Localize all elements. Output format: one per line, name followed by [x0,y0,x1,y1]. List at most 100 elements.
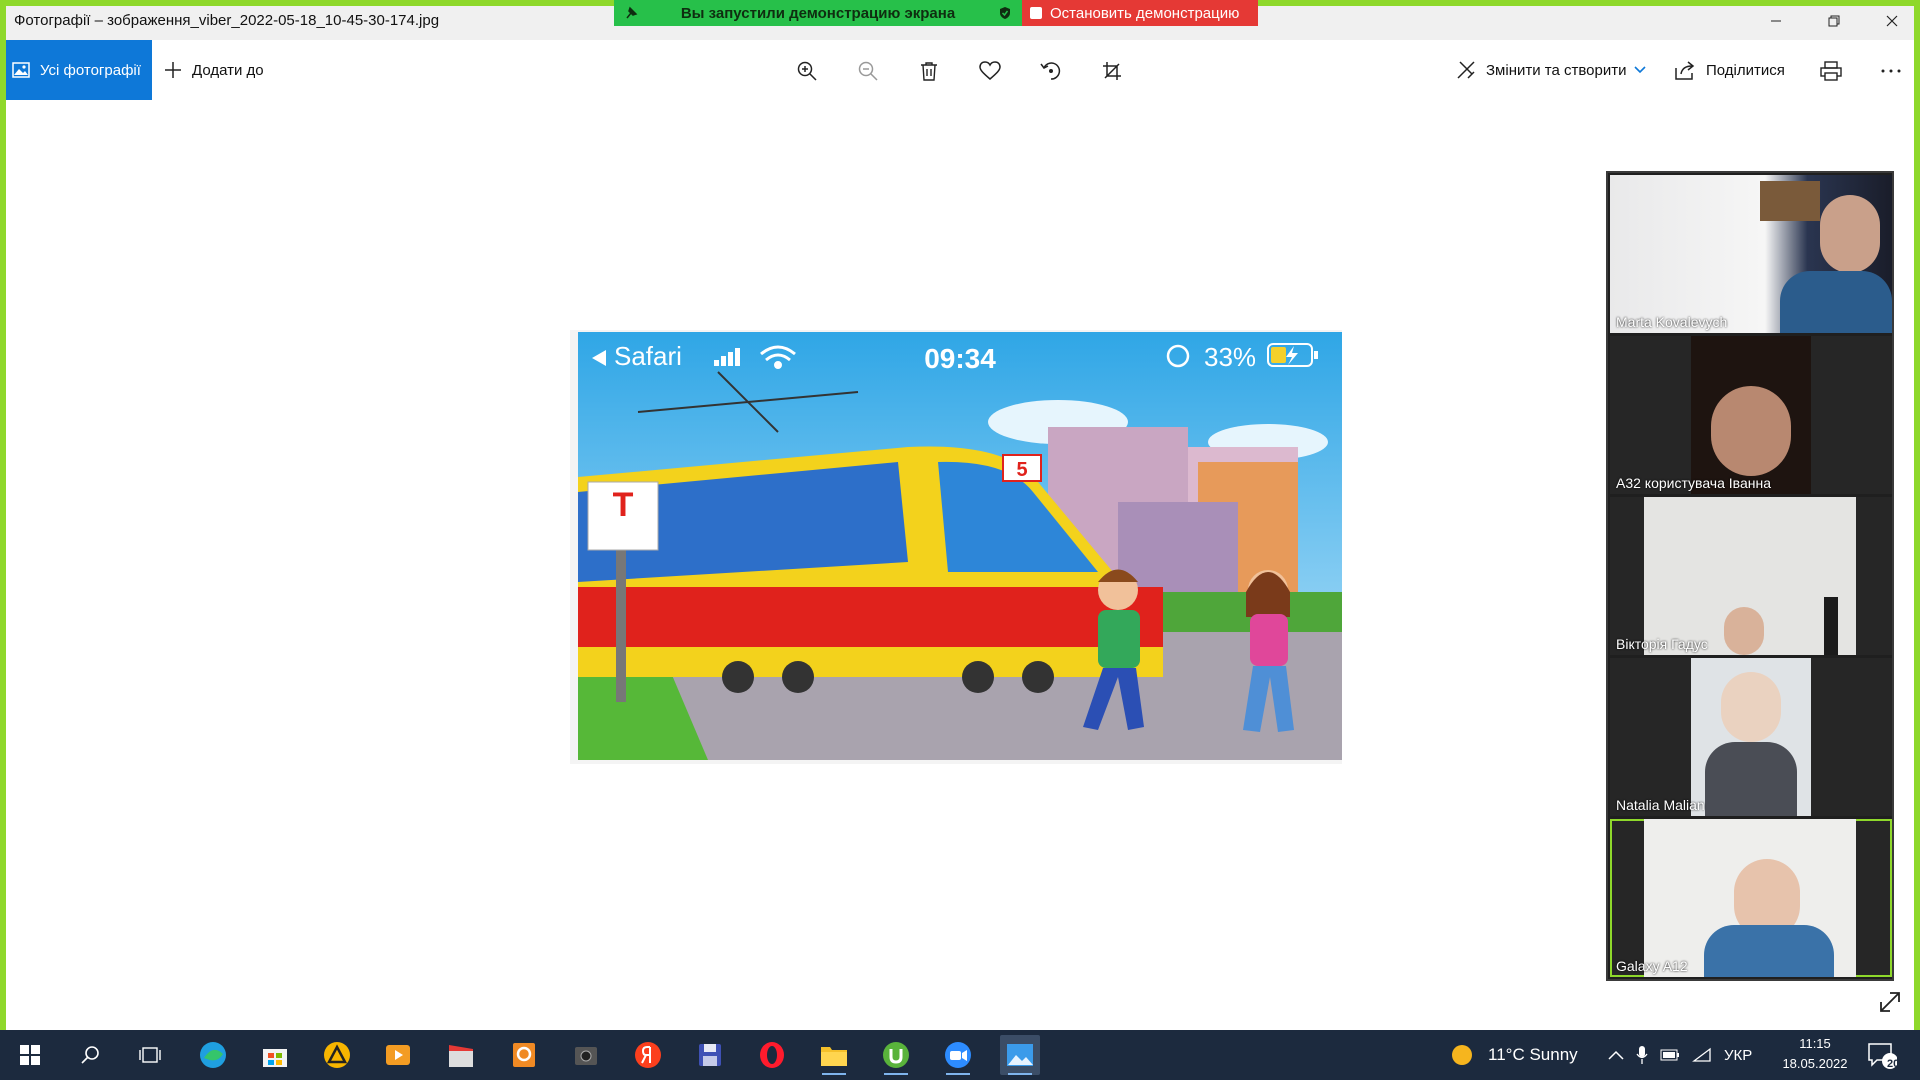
wall-picture [1760,181,1820,221]
taskbar-opera[interactable] [752,1035,792,1075]
favorite-icon [979,61,1001,80]
taskbar-file-explorer[interactable] [814,1035,854,1075]
zoom-icon [945,1042,971,1068]
taskbar-camera-app[interactable] [566,1035,606,1075]
add-to-label: Додати до [192,61,264,79]
participant-tile[interactable]: A32 користувача Іванна [1610,336,1892,494]
status-battery: 33% [1204,342,1256,372]
status-time: 09:34 [924,343,996,374]
start-button[interactable] [10,1035,50,1075]
restore-button[interactable] [1812,6,1856,36]
weather-widget[interactable]: 11°C Sunny [1450,1030,1578,1080]
delete-button[interactable] [912,54,946,88]
battery-tray-icon[interactable] [1660,1049,1680,1061]
zoom-out-button[interactable] [851,54,885,88]
participant-tile[interactable]: Вікторія Гадус [1610,497,1892,655]
taskbar-photos[interactable] [1000,1035,1040,1075]
taskbar-save-app[interactable] [690,1035,730,1075]
all-photos-button[interactable]: Усі фотографії [6,40,152,100]
person-body [1705,742,1797,816]
favorite-button[interactable] [973,54,1007,88]
clapperboard-icon [449,1045,473,1067]
participant-tile[interactable]: Natalia Malian [1610,658,1892,816]
person-face [1724,607,1764,655]
participant-name: Marta Kovalevych [1616,314,1728,330]
utorrent-icon [883,1042,909,1068]
language-indicator[interactable]: УКР [1724,1047,1752,1064]
more-button[interactable] [1874,54,1908,88]
person-face [1721,672,1781,742]
participant-video [1691,336,1811,494]
floppy-icon [699,1044,721,1066]
close-icon [1886,15,1898,27]
edit-magic-icon [1457,61,1475,79]
notification-count: 20 [1887,1058,1900,1070]
all-photos-label: Усі фотографії [40,61,141,79]
taskbar-media-player[interactable] [378,1035,418,1075]
stop-share-button[interactable]: Остановить демонстрацию [1022,0,1258,26]
taskbar-video-editor[interactable] [441,1035,481,1075]
triangle-app-icon [324,1042,350,1068]
shield-check-icon [1000,7,1010,19]
expand-icon[interactable] [1878,990,1902,1014]
microphone-icon[interactable] [1636,1045,1648,1065]
participant-name: Вікторія Гадус [1616,636,1708,652]
print-button[interactable] [1814,54,1848,88]
weather-text: 11°C Sunny [1488,1045,1578,1064]
add-to-button[interactable]: Додати до [164,40,264,100]
chevron-up-icon[interactable] [1608,1050,1624,1060]
opera-icon [760,1042,784,1068]
taskbar-store[interactable] [255,1035,295,1075]
zoom-in-button[interactable] [790,54,824,88]
stop-icon [1030,7,1042,19]
notifications-button[interactable]: 20 [1862,1035,1902,1075]
taskbar-utorrent[interactable] [876,1035,916,1075]
photos-toolbar: Усі фотографії Додати до Змінити та ство… [6,40,1914,100]
search-icon [81,1046,99,1064]
clock[interactable]: 11:15 18.05.2022 [1775,1034,1855,1074]
participant-name: Galaxy A12 [1616,958,1688,974]
clock-time: 11:15 [1799,1036,1831,1051]
more-icon [1881,69,1901,73]
task-view-icon [139,1047,161,1063]
participant-name: A32 користувача Іванна [1616,475,1771,491]
participant-video [1644,497,1856,655]
taskbar-zoom[interactable] [938,1035,978,1075]
taskbar-pdf[interactable] [504,1035,544,1075]
taskbar-yandex[interactable] [628,1035,668,1075]
taskbar-app-yellow[interactable] [317,1035,357,1075]
search-button[interactable] [70,1035,110,1075]
crop-button[interactable] [1095,54,1129,88]
share-label: Поділитися [1706,61,1785,79]
share-icon [1675,61,1695,80]
participant-tile-active[interactable]: Galaxy A12 [1610,819,1892,977]
windows-icon [20,1045,40,1065]
participant-video [1691,658,1811,816]
taskbar: 11°C Sunny УКР 11:15 18.05.2022 20 [0,1030,1920,1080]
minimize-icon [1771,20,1781,22]
wifi-tray-icon[interactable] [1692,1047,1712,1063]
participant-video [1644,819,1856,977]
media-player-icon [386,1045,410,1065]
taskbar-edge[interactable] [193,1035,233,1075]
restore-icon [1828,15,1840,27]
person-face [1711,386,1791,476]
share-status: Вы запустили демонстрацию экрана [614,0,1022,26]
photo-icon [12,62,30,78]
person-body [1704,925,1834,977]
close-button[interactable] [1870,6,1914,36]
zoom-out-icon [858,61,878,81]
share-button[interactable]: Поділитися [1674,40,1785,100]
rotate-button[interactable] [1034,54,1068,88]
participant-tile[interactable]: Marta Kovalevych [1610,175,1892,333]
minimize-button[interactable] [1754,6,1798,36]
task-view-button[interactable] [130,1035,170,1075]
print-icon [1820,61,1842,81]
tram-illustration: 5 T Safari 09:34 33% [578,332,1342,760]
folder-icon [821,1047,847,1066]
person-face [1820,195,1880,273]
tram-number: 5 [1016,459,1027,481]
edit-create-button[interactable]: Змінити та створити [1456,40,1647,100]
screen-share-banner: Вы запустили демонстрацию экрана Останов… [614,0,1258,26]
zoom-in-icon [797,61,817,81]
